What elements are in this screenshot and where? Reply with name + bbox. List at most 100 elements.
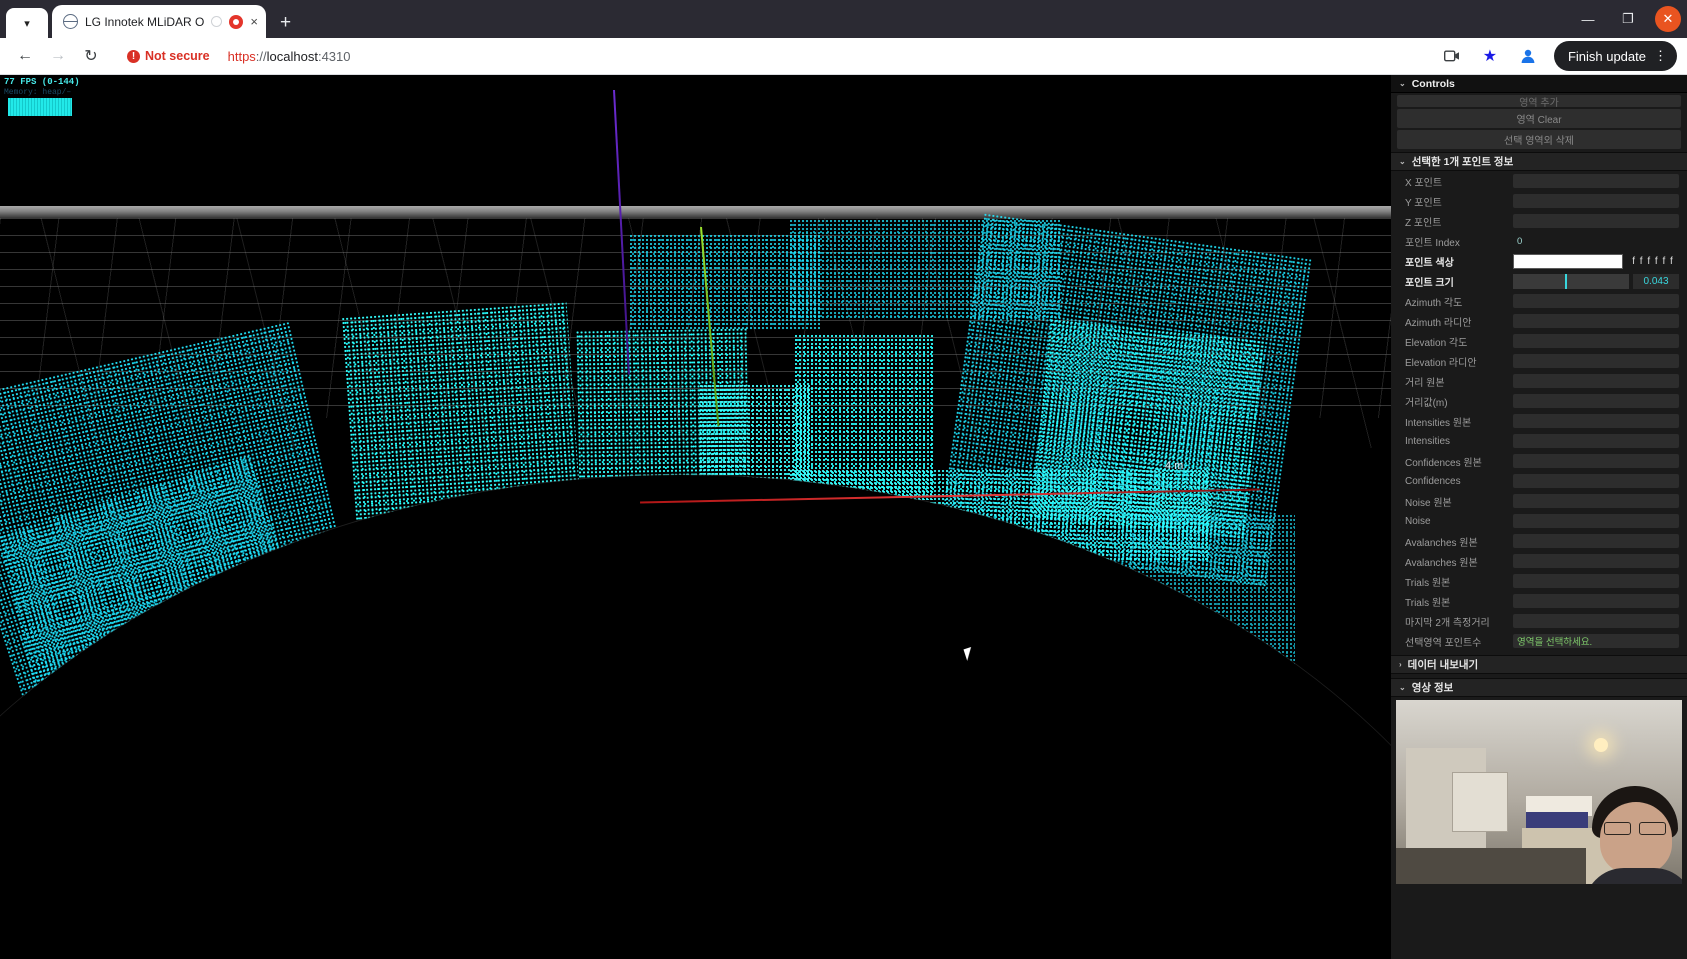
property-label: 포인트 색상 (1405, 257, 1454, 269)
property-label: 포인트 Index (1405, 237, 1460, 249)
azimuth-degree-field[interactable] (1513, 294, 1679, 308)
person-glasses (1604, 822, 1666, 835)
add-region-button[interactable]: 영역 추가 (1397, 95, 1681, 107)
property-label: Z 포인트 (1405, 217, 1442, 229)
property-label: Trials 원본 (1405, 597, 1451, 609)
point-size-control[interactable]: 0.043 (1513, 273, 1679, 289)
finish-update-label: Finish update (1567, 48, 1646, 64)
property-row: Y 포인트 (1391, 191, 1687, 211)
export-data-header[interactable]: › 데이터 내보내기 (1391, 655, 1687, 674)
property-label: Trials 원본 (1405, 577, 1451, 589)
property-row: Avalanches 원본 (1391, 551, 1687, 571)
noise-raw-field[interactable] (1513, 494, 1679, 508)
elevation-degree-field[interactable] (1513, 334, 1679, 348)
delete-outside-region-button[interactable]: 선택 영역외 삭제 (1397, 130, 1681, 149)
point-info-header[interactable]: ⌄ 선택한 1개 포인트 정보 (1391, 152, 1687, 171)
last-two-measured-distance-field[interactable] (1513, 614, 1679, 628)
point-color-swatch[interactable] (1513, 253, 1623, 269)
property-row: 거리 원본 (1391, 371, 1687, 391)
ceiling-light (1594, 738, 1608, 752)
reload-icon[interactable]: ↻ (76, 41, 106, 71)
property-row: Z 포인트 (1391, 211, 1687, 231)
selected-region-point-count-field: 영역을 선택하세요. (1513, 634, 1679, 648)
pointcloud-viewport[interactable]: 77 FPS (0-144) Memory: heap/– 4 m (0, 75, 1391, 959)
spinner-icon (211, 16, 223, 27)
point-index-field[interactable]: 0 (1513, 234, 1679, 248)
url-text: https://localhost:4310 (228, 49, 351, 64)
security-status[interactable]: ! Not secure (127, 49, 210, 63)
property-row: Intensities 원본 (1391, 411, 1687, 431)
window-close-icon[interactable]: ✕ (1655, 6, 1681, 32)
browser-toolbar: ← → ↻ ! Not secure https://localhost:431… (0, 38, 1687, 75)
distance-meters-field[interactable] (1513, 394, 1679, 408)
point-size-value[interactable]: 0.043 (1633, 273, 1679, 289)
elevation-radian-field[interactable] (1513, 354, 1679, 368)
tab-title: LG Innotek MLiDAR O (85, 14, 205, 29)
avalanches-raw-field-1[interactable] (1513, 534, 1679, 548)
noise-field[interactable] (1513, 514, 1679, 528)
color-control[interactable]: f f f f f f (1513, 253, 1679, 269)
z-point-field[interactable] (1513, 214, 1679, 228)
property-row: Noise 원본 (1391, 491, 1687, 511)
point-color-hex[interactable]: f f f f f f (1627, 256, 1679, 267)
address-bar[interactable]: ! Not secure https://localhost:4310 (117, 42, 1429, 70)
intensities-raw-field[interactable] (1513, 414, 1679, 428)
property-label: 거리값(m) (1405, 397, 1448, 409)
maximize-icon[interactable]: ❐ (1615, 7, 1641, 31)
webcam-video-feed[interactable] (1396, 700, 1682, 884)
property-label: Confidences 원본 (1405, 457, 1482, 469)
avalanches-raw-field-2[interactable] (1513, 554, 1679, 568)
intensities-field[interactable] (1513, 434, 1679, 448)
property-label: Azimuth 라디안 (1405, 317, 1472, 329)
region-clear-button[interactable]: 영역 Clear (1397, 109, 1681, 128)
distance-raw-field[interactable] (1513, 374, 1679, 388)
azimuth-radian-field[interactable] (1513, 314, 1679, 328)
x-point-field[interactable] (1513, 174, 1679, 188)
profile-avatar-icon[interactable] (1516, 44, 1540, 68)
property-row-color: 포인트 색상 f f f f f f (1391, 251, 1687, 271)
point-size-slider[interactable] (1513, 273, 1629, 289)
property-row: Confidences 원본 (1391, 451, 1687, 471)
export-data-title: 데이터 내보내기 (1407, 659, 1479, 671)
screencast-icon[interactable] (1440, 44, 1464, 68)
browser-window: ▾ LG Innotek MLiDAR O × + — ❐ ✕ ← → ↻ ! … (0, 0, 1687, 959)
person-shoulders (1584, 868, 1682, 884)
page-content: 77 FPS (0-144) Memory: heap/– 4 m ⌄ Cont… (0, 75, 1687, 959)
bookmark-star-icon[interactable]: ★ (1478, 44, 1502, 68)
finish-update-button[interactable]: Finish update ⋮ (1553, 41, 1677, 71)
video-info-title: 영상 정보 (1411, 682, 1454, 694)
url-scheme: https (227, 48, 256, 64)
scale-label: 4 m (1165, 460, 1184, 472)
close-icon[interactable]: × (250, 15, 258, 28)
property-row: Intensities (1391, 431, 1687, 451)
property-label: 선택영역 포인트수 (1405, 637, 1482, 649)
video-monitor (1452, 772, 1508, 832)
confidences-field[interactable] (1513, 474, 1679, 488)
video-person (1584, 786, 1682, 884)
chevron-down-icon: ⌄ (1399, 157, 1406, 166)
property-row: 마지막 2개 측정거리 (1391, 611, 1687, 631)
property-row: Trials 원본 (1391, 591, 1687, 611)
forward-icon[interactable]: → (43, 41, 73, 71)
browser-menu-icon[interactable]: ⋮ (1654, 48, 1667, 64)
trials-raw-field-1[interactable] (1513, 574, 1679, 588)
property-label: X 포인트 (1405, 177, 1443, 189)
controls-panel-header[interactable]: ⌄ Controls (1391, 75, 1687, 93)
new-tab-button[interactable]: + (280, 13, 291, 32)
property-label: Intensities (1405, 435, 1451, 447)
fps-subtext: Memory: heap/– (4, 88, 72, 97)
chevron-right-icon: › (1399, 660, 1402, 669)
minimize-icon[interactable]: — (1575, 7, 1601, 31)
property-row: 거리값(m) (1391, 391, 1687, 411)
trials-raw-field-2[interactable] (1513, 594, 1679, 608)
y-point-field[interactable] (1513, 194, 1679, 208)
property-label: Intensities 원본 (1405, 417, 1472, 429)
browser-tab[interactable]: LG Innotek MLiDAR O × (52, 5, 266, 38)
browser-titlebar: ▾ LG Innotek MLiDAR O × + — ❐ ✕ (0, 0, 1687, 38)
slider-knob[interactable] (1565, 273, 1568, 289)
back-icon[interactable]: ← (10, 41, 40, 71)
record-icon (229, 14, 244, 29)
confidences-raw-field[interactable] (1513, 454, 1679, 468)
tab-search-chevron-icon[interactable]: ▾ (6, 8, 48, 38)
video-info-header[interactable]: ⌄ 영상 정보 (1391, 678, 1687, 697)
